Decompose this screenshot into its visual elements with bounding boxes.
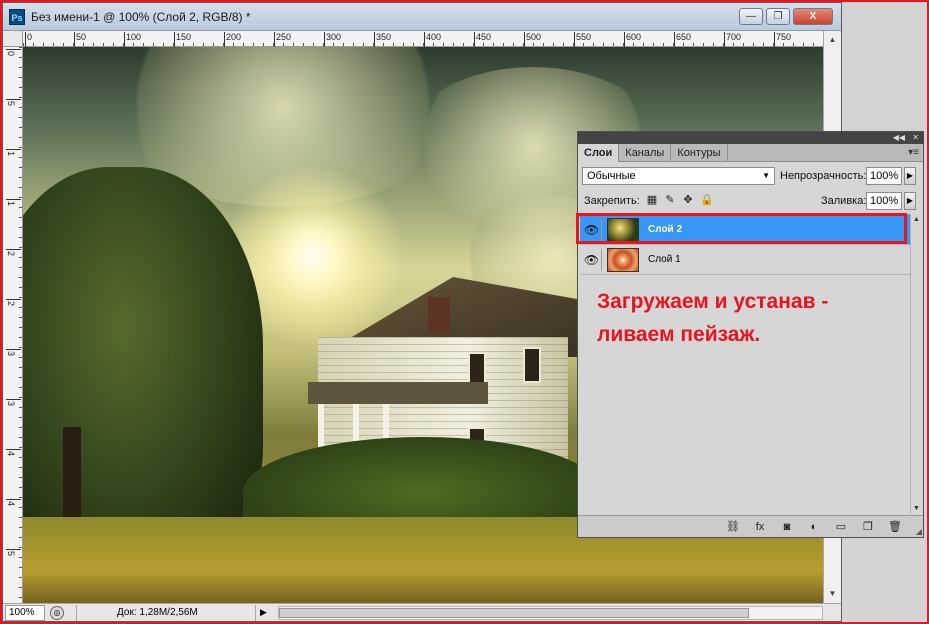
porch-roof bbox=[308, 382, 488, 404]
opacity-arrow-icon[interactable]: ▶ bbox=[904, 167, 916, 185]
fx-icon[interactable]: fx bbox=[753, 520, 767, 534]
layer-name: Слой 2 bbox=[648, 224, 683, 235]
layer-thumbnail bbox=[607, 218, 639, 242]
blend-mode-select[interactable]: Обычные ▼ bbox=[582, 167, 775, 185]
house-window bbox=[523, 347, 541, 383]
ruler-tick: 250 bbox=[273, 32, 292, 47]
close-button[interactable]: X bbox=[793, 8, 833, 25]
status-bar: 100% ◎ Док: 1,28M/2,56M ▶ bbox=[3, 603, 841, 621]
visibility-eye-icon[interactable]: 👁 bbox=[582, 249, 602, 271]
close-panel-icon[interactable]: ✕ bbox=[912, 132, 919, 144]
lock-label: Закрепить: bbox=[584, 195, 640, 207]
ruler-tick: 350 bbox=[373, 32, 392, 47]
ruler-tick: 3 bbox=[6, 348, 21, 357]
ruler-corner[interactable] bbox=[3, 31, 23, 47]
visibility-eye-icon[interactable]: 👁 bbox=[582, 219, 602, 241]
scroll-down-icon[interactable]: ▼ bbox=[911, 505, 922, 512]
panel-header[interactable]: ◀◀ ✕ bbox=[578, 132, 923, 144]
ruler-tick: 50 bbox=[73, 32, 87, 47]
lock-move-icon[interactable]: ✥ bbox=[682, 194, 694, 206]
tab-layers[interactable]: Слои bbox=[578, 144, 620, 162]
vertical-ruler[interactable]: 0 5 1 1 2 2 3 3 4 4 5 bbox=[3, 47, 23, 603]
scroll-up-icon[interactable]: ▲ bbox=[824, 33, 841, 47]
blend-mode-value: Обычные bbox=[587, 170, 636, 182]
fill-label: Заливка: bbox=[821, 195, 867, 207]
document-info: Док: 1,28M/2,56M bbox=[76, 604, 256, 621]
layer-row[interactable]: 👁 Слой 2 bbox=[580, 215, 910, 245]
scroll-up-icon[interactable]: ▲ bbox=[911, 216, 922, 223]
minimize-button[interactable]: — bbox=[739, 8, 763, 25]
scrollbar-thumb[interactable] bbox=[279, 607, 749, 618]
status-menu-arrow-icon[interactable]: ▶ bbox=[260, 607, 272, 618]
ruler-tick: 150 bbox=[173, 32, 192, 47]
panel-footer: ⛓ fx ◙ ◐ ▭ ❐ 🗑 ◢ bbox=[578, 515, 923, 537]
horizontal-ruler[interactable]: 0 50 100 150 200 250 300 350 400 450 500… bbox=[23, 31, 823, 47]
link-layers-icon[interactable]: ⛓ bbox=[726, 520, 740, 534]
ruler-tick: 550 bbox=[573, 32, 592, 47]
ruler-tick: 0 bbox=[6, 48, 21, 57]
ruler-tick: 750 bbox=[773, 32, 792, 47]
ruler-tick: 700 bbox=[723, 32, 742, 47]
ruler-tick: 100 bbox=[123, 32, 142, 47]
ruler-tick: 4 bbox=[6, 498, 21, 507]
panel-scrollbar[interactable]: ▲ ▼ bbox=[910, 214, 922, 514]
layer-row[interactable]: 👁 Слой 1 bbox=[580, 245, 910, 275]
instruction-annotation: Загружаем и устанав - ливаем пейзаж. bbox=[597, 285, 897, 351]
ruler-tick: 2 bbox=[6, 298, 21, 307]
scroll-down-icon[interactable]: ▼ bbox=[824, 587, 841, 601]
ruler-tick: 1 bbox=[6, 148, 21, 157]
delete-layer-icon[interactable]: 🗑 bbox=[888, 520, 902, 534]
new-group-icon[interactable]: ▭ bbox=[834, 520, 848, 534]
annotation-line: ливаем пейзаж. bbox=[597, 323, 761, 346]
title-bar[interactable]: Ps Без имени-1 @ 100% (Слой 2, RGB/8) * … bbox=[3, 3, 841, 31]
ruler-tick: 2 bbox=[6, 248, 21, 257]
lock-all-icon[interactable]: 🔒 bbox=[700, 194, 714, 206]
new-layer-icon[interactable]: ❐ bbox=[861, 520, 875, 534]
chevron-down-icon: ▼ bbox=[762, 171, 770, 180]
ruler-tick: 1 bbox=[6, 198, 21, 207]
lock-brush-icon[interactable]: ✎ bbox=[664, 194, 676, 206]
ruler-tick: 4 bbox=[6, 448, 21, 457]
ruler-tick: 0 bbox=[24, 32, 33, 47]
layer-name: Слой 1 bbox=[648, 254, 681, 265]
ruler-tick: 5 bbox=[6, 548, 21, 557]
opacity-label: Непрозрачность: bbox=[780, 170, 867, 182]
lock-row: Закрепить: ▦ ✎ ✥ 🔒 Заливка: 100% ▶ bbox=[578, 189, 923, 215]
collapse-icon[interactable]: ◀◀ bbox=[893, 132, 905, 144]
window-title: Без имени-1 @ 100% (Слой 2, RGB/8) * bbox=[31, 10, 251, 24]
ruler-tick: 200 bbox=[223, 32, 242, 47]
restore-button[interactable]: ❐ bbox=[766, 8, 790, 25]
zoom-field[interactable]: 100% bbox=[5, 604, 45, 621]
panel-tabs: Слои Каналы Контуры ▾≡ bbox=[578, 144, 923, 162]
layer-thumbnail bbox=[607, 248, 639, 272]
tab-channels[interactable]: Каналы bbox=[619, 144, 672, 162]
ruler-tick: 3 bbox=[6, 398, 21, 407]
photoshop-icon: Ps bbox=[9, 9, 25, 25]
ruler-tick: 600 bbox=[623, 32, 642, 47]
ruler-tick: 450 bbox=[473, 32, 492, 47]
layer-mask-icon[interactable]: ◙ bbox=[780, 520, 794, 534]
ruler-tick: 300 bbox=[323, 32, 342, 47]
layers-list: 👁 Слой 2 👁 Слой 1 bbox=[580, 214, 910, 514]
tab-paths[interactable]: Контуры bbox=[671, 144, 728, 162]
opacity-field[interactable]: 100% bbox=[866, 167, 902, 185]
chimney bbox=[428, 297, 450, 333]
horizontal-scrollbar[interactable] bbox=[278, 605, 823, 620]
ruler-tick: 5 bbox=[6, 98, 21, 107]
ruler-tick: 500 bbox=[523, 32, 542, 47]
ruler-tick: 400 bbox=[423, 32, 442, 47]
annotation-line: Загружаем и устанав - bbox=[597, 290, 829, 313]
panel-menu-icon[interactable]: ▾≡ bbox=[908, 144, 919, 162]
ruler-tick: 650 bbox=[673, 32, 692, 47]
window-controls: — ❐ X bbox=[739, 8, 833, 25]
lock-transparency-icon[interactable]: ▦ bbox=[646, 194, 658, 206]
resize-grip-icon[interactable]: ◢ bbox=[916, 527, 922, 536]
tree bbox=[23, 167, 263, 567]
blend-row: Обычные ▼ Непрозрачность: 100% ▶ bbox=[578, 163, 923, 189]
adjustment-layer-icon[interactable]: ◐ bbox=[807, 520, 821, 534]
fill-field[interactable]: 100% bbox=[866, 192, 902, 210]
status-info-icon[interactable]: ◎ bbox=[50, 605, 64, 620]
fill-arrow-icon[interactable]: ▶ bbox=[904, 192, 916, 210]
